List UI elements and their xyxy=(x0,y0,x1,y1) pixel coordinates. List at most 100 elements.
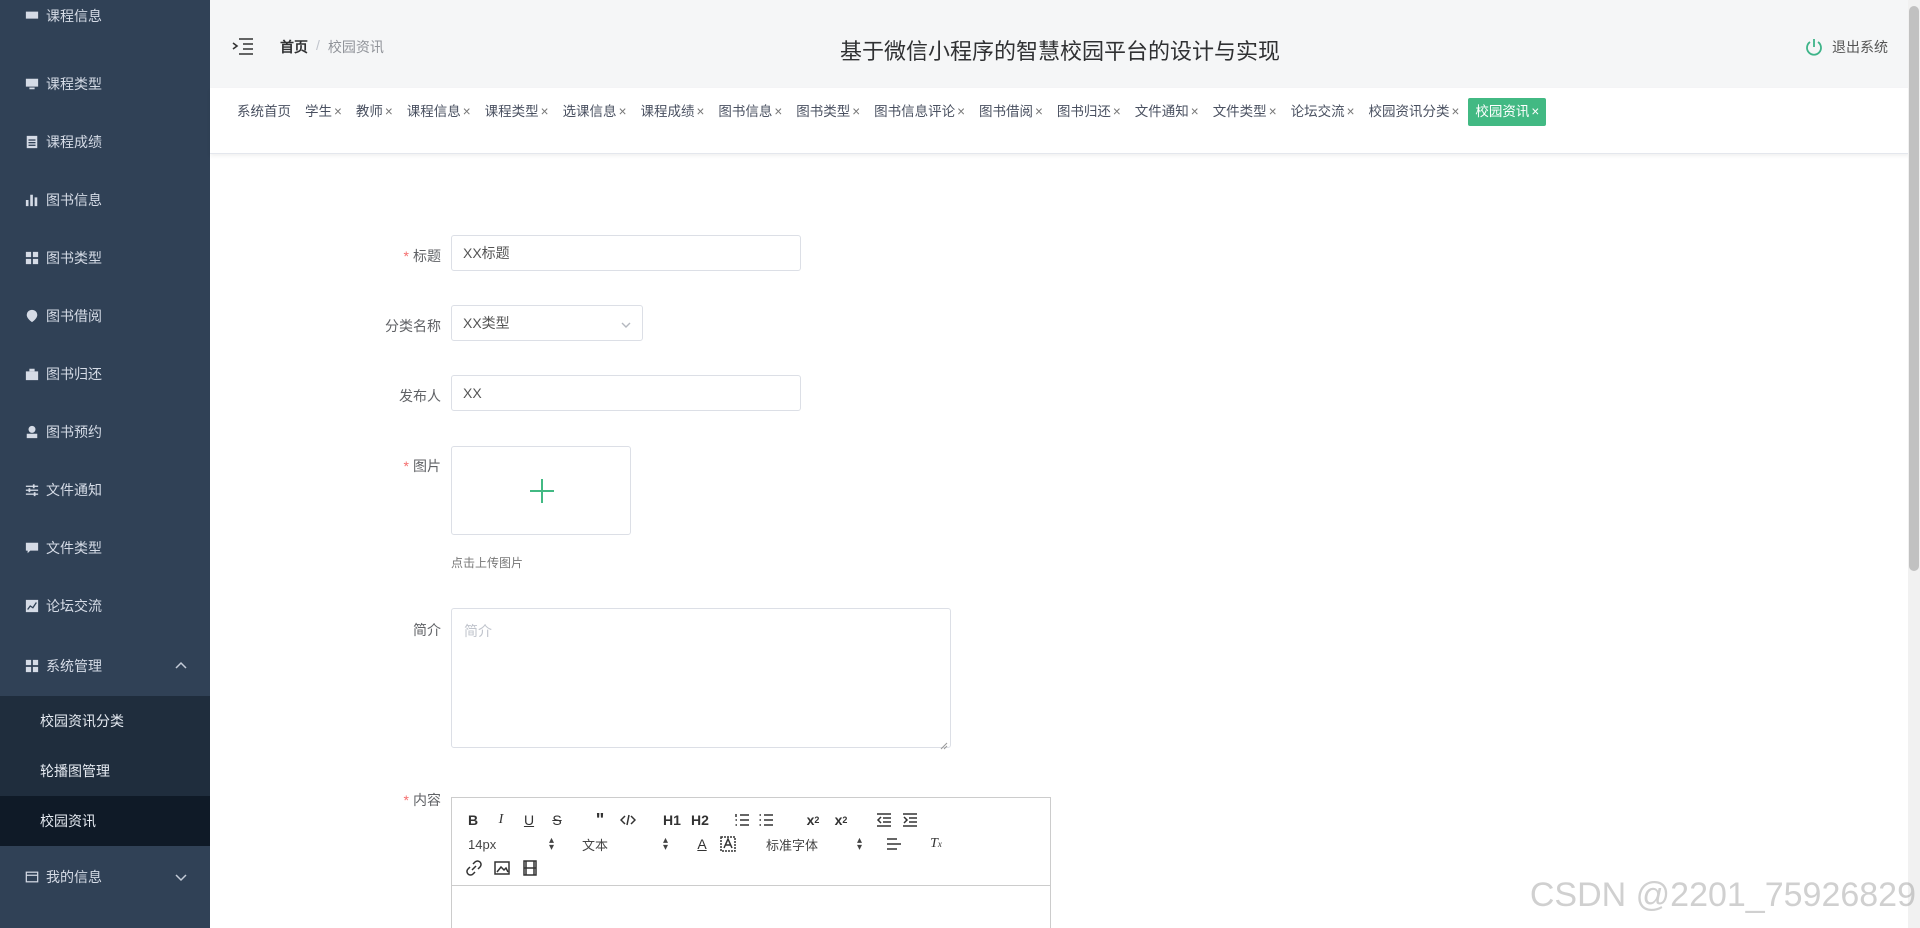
close-icon[interactable]: × xyxy=(1347,104,1355,119)
page-scrollbar-thumb[interactable] xyxy=(1909,6,1919,571)
font-color-button[interactable]: A xyxy=(694,835,710,853)
required-mark: * xyxy=(403,248,409,264)
tab-tag[interactable]: 课程类型 × xyxy=(480,98,554,126)
close-icon[interactable]: × xyxy=(1035,104,1043,119)
publisher-input[interactable]: XX xyxy=(451,375,801,411)
close-icon[interactable]: × xyxy=(385,104,393,119)
sidebar-item-label: 论坛交流 xyxy=(46,598,102,614)
resize-handle-icon[interactable] xyxy=(940,737,948,750)
tab-tag[interactable]: 学生 × xyxy=(300,98,347,126)
outdent-button[interactable] xyxy=(876,811,892,829)
close-icon[interactable]: × xyxy=(957,104,965,119)
strike-button[interactable]: S xyxy=(550,811,564,829)
sidebar-subitem-news[interactable]: 校园资讯 xyxy=(0,796,210,846)
tab-tag-label: 论坛交流 xyxy=(1290,104,1345,119)
subscript-button[interactable]: x2 xyxy=(804,811,822,829)
tab-tag-label: 图书归还 xyxy=(1056,104,1111,119)
bar-chart-icon xyxy=(24,192,40,208)
video-button[interactable] xyxy=(522,859,538,877)
tab-tag-label: 校园资讯 xyxy=(1475,104,1530,119)
sidebar-item-course-type[interactable]: 课程类型 xyxy=(0,55,210,113)
sidebar-item-my-info[interactable]: 我的信息 xyxy=(0,848,210,906)
sidebar-item-book-info[interactable]: 图书信息 xyxy=(0,171,210,229)
sidebar-item-course-info[interactable]: 课程信息 xyxy=(0,0,210,36)
sidebar-subitem-news-category[interactable]: 校园资讯分类 xyxy=(0,696,210,746)
tab-tag[interactable]: 图书借阅 × xyxy=(974,98,1048,126)
italic-button[interactable]: I xyxy=(494,811,508,829)
bold-button[interactable]: B xyxy=(466,811,480,829)
tab-tag-label: 课程类型 xyxy=(484,104,539,119)
close-icon[interactable]: × xyxy=(1531,104,1539,119)
chevron-down-icon xyxy=(174,870,188,884)
tab-tag[interactable]: 校园资讯 × xyxy=(1468,98,1547,126)
superscript-button[interactable]: x2 xyxy=(832,811,850,829)
close-icon[interactable]: × xyxy=(1191,104,1199,119)
sidebar-item-book-reserve[interactable]: 图书预约 xyxy=(0,403,210,461)
close-icon[interactable]: × xyxy=(696,104,704,119)
clear-format-button[interactable]: Tx xyxy=(928,835,944,853)
ordered-list-button[interactable] xyxy=(734,811,750,829)
close-icon[interactable]: × xyxy=(619,104,627,119)
image-button[interactable] xyxy=(494,859,510,877)
monitor-icon xyxy=(24,8,40,24)
code-block-button[interactable] xyxy=(620,811,636,829)
sidebar-item-course-score[interactable]: 课程成绩 xyxy=(0,113,210,171)
tab-tag[interactable]: 图书归还 × xyxy=(1052,98,1126,126)
category-select[interactable]: XX类型 xyxy=(451,305,643,341)
background-color-button[interactable] xyxy=(720,835,736,853)
font-size-select[interactable]: 14px ▴ ▾ xyxy=(468,835,554,853)
tab-tag-label: 学生 xyxy=(305,104,332,119)
sidebar-item-book-return[interactable]: 图书归还 xyxy=(0,345,210,403)
image-label-text: 图片 xyxy=(413,458,441,474)
bullet-list-button[interactable] xyxy=(758,811,774,829)
intro-textarea[interactable]: 简介 xyxy=(451,608,951,750)
sidebar-subitem-carousel[interactable]: 轮播图管理 xyxy=(0,746,210,796)
sidebar-item-system[interactable]: 系统管理 xyxy=(0,637,210,695)
blockquote-button[interactable]: " xyxy=(592,810,608,830)
up-down-icon: ▴ ▾ xyxy=(662,835,668,853)
tab-tag[interactable]: 图书类型 × xyxy=(791,98,865,126)
h2-button[interactable]: H2 xyxy=(690,811,710,829)
tab-tag[interactable]: 校园资讯分类 × xyxy=(1363,98,1464,126)
tab-tag-label: 图书类型 xyxy=(796,104,851,119)
link-button[interactable] xyxy=(466,859,482,877)
image-upload-area[interactable] xyxy=(451,446,631,535)
page-title: 基于微信小程序的智慧校园平台的设计与实现 xyxy=(839,39,1280,64)
intro-placeholder: 简介 xyxy=(464,623,492,639)
tab-tag[interactable]: 图书信息评论 × xyxy=(869,98,970,126)
underline-button[interactable]: U xyxy=(522,811,536,829)
tab-tag-label: 课程信息 xyxy=(406,104,461,119)
tab-tag[interactable]: 文件类型 × xyxy=(1208,98,1282,126)
tab-tag[interactable]: 文件通知 × xyxy=(1130,98,1204,126)
sidebar-item-file-notice[interactable]: 文件通知 xyxy=(0,461,210,519)
close-icon[interactable]: × xyxy=(1113,104,1121,119)
tab-tag[interactable]: 图书信息 × xyxy=(713,98,787,126)
tab-tag[interactable]: 教师 × xyxy=(351,98,398,126)
h1-button[interactable]: H1 xyxy=(662,811,682,829)
tab-tag[interactable]: 课程成绩 × xyxy=(635,98,709,126)
close-icon[interactable]: × xyxy=(852,104,860,119)
title-label-text: 标题 xyxy=(413,248,441,264)
close-icon[interactable]: × xyxy=(463,104,471,119)
tab-tag[interactable]: 课程信息 × xyxy=(402,98,476,126)
font-family-select[interactable]: 标准字体 ▴ ▾ xyxy=(766,835,862,853)
align-button[interactable] xyxy=(886,835,902,853)
tab-tag[interactable]: 论坛交流 × xyxy=(1286,98,1360,126)
logout-button[interactable]: 退出系统 xyxy=(1804,37,1888,57)
close-icon[interactable]: × xyxy=(1451,104,1459,119)
close-icon[interactable]: × xyxy=(1269,104,1277,119)
close-icon[interactable]: × xyxy=(774,104,782,119)
text-type-select[interactable]: 文本 ▴ ▾ xyxy=(582,835,668,853)
sidebar-item-book-borrow[interactable]: 图书借阅 xyxy=(0,287,210,345)
sidebar-item-file-type[interactable]: 文件类型 xyxy=(0,519,210,577)
sidebar-item-forum[interactable]: 论坛交流 xyxy=(0,577,210,635)
close-icon[interactable]: × xyxy=(541,104,549,119)
title-input[interactable]: XX标题 xyxy=(451,235,801,271)
tab-tag[interactable]: 系统首页 xyxy=(232,98,296,126)
indent-button[interactable] xyxy=(902,811,918,829)
monitor-icon xyxy=(24,76,40,92)
close-icon[interactable]: × xyxy=(334,104,342,119)
tab-tag-label: 教师 xyxy=(355,104,383,119)
tab-tag[interactable]: 选课信息 × xyxy=(558,98,632,126)
sidebar-item-book-type[interactable]: 图书类型 xyxy=(0,229,210,287)
